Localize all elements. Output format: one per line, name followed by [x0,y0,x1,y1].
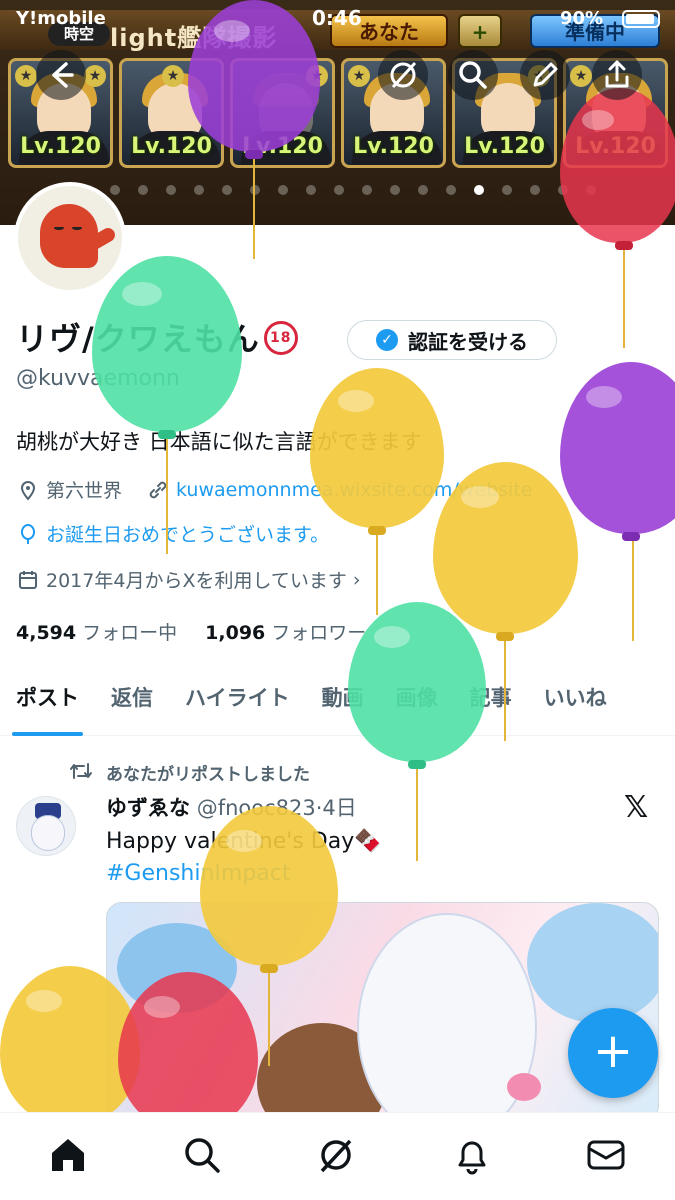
card-level: Lv.120 [464,134,545,159]
repost-indicator: あなたがリポストしました [68,760,310,787]
status-bar: Y!mobile 0:46 90% [0,0,675,36]
home-icon[interactable] [46,1133,90,1177]
joined-text: 2017年4月からXを利用しています [46,570,347,592]
carrier-label: Y!mobile [16,8,106,29]
repost-icon [68,760,94,787]
search-nav-icon[interactable] [180,1133,224,1177]
x-logo-icon: 𝕏 [624,790,649,825]
balloon-yellow [310,368,444,618]
tab-highlights[interactable]: ハイライト [169,676,306,736]
grok-icon[interactable] [378,50,428,100]
card-level: Lv.120 [20,134,101,159]
balloon-icon [16,522,40,546]
battery-icon [622,10,660,28]
bell-icon[interactable] [450,1133,494,1177]
tab-replies[interactable]: 返信 [95,676,169,736]
calendar-icon [16,568,40,592]
search-icon[interactable] [448,50,498,100]
post-author-avatar[interactable] [16,796,76,856]
following-count: 4,594 [16,622,77,644]
followers-count: 1,096 [205,622,266,644]
post-author-name[interactable]: ゆずゑな [106,796,190,820]
balloon-green [348,602,486,862]
share-icon[interactable] [592,50,642,100]
pencil-icon[interactable] [520,50,570,100]
balloon-red [118,972,258,1132]
ghost-drawing [40,204,98,268]
back-arrow-icon[interactable] [36,50,86,100]
compose-plus-icon[interactable]: + [568,1008,658,1098]
battery-percent: 90% [560,8,604,29]
balloon-green [92,256,242,556]
balloon-red [560,88,675,348]
repost-label: あなたがリポストしました [106,765,310,785]
clock: 0:46 [312,6,362,30]
mail-icon[interactable] [584,1133,628,1177]
grok-nav-icon[interactable] [314,1133,358,1177]
bottom-navigation [0,1112,675,1200]
balloon-purple [188,0,320,260]
following-label: フォロー中 [82,622,178,644]
r18-badge-icon: 18 [263,321,298,355]
verified-check-icon: ✓ [376,329,398,351]
followers-link[interactable]: 1,096 フォロワー [205,622,366,644]
follow-counts: 4,594 フォロー中 1,096 フォロワー [16,618,366,645]
get-verified-label: 認証を受ける [408,329,528,354]
card-level: Lv.120 [353,134,434,159]
tab-posts[interactable]: ポスト [0,676,95,736]
location-pin-icon [16,478,40,502]
get-verified-button[interactable]: ✓ 認証を受ける [347,320,557,360]
following-link[interactable]: 4,594 フォロー中 [16,622,177,644]
joined-row[interactable]: 2017年4月からXを利用しています › [16,566,361,593]
banner-page-dots [110,185,596,195]
